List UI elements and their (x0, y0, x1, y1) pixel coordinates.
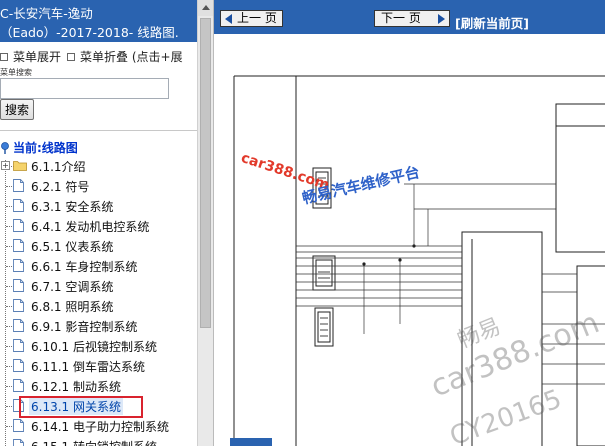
menu-toggle-row: 菜单展开 菜单折叠 (点击+展 (0, 48, 197, 64)
prev-page-label: 上一 页 (237, 11, 277, 25)
search-input[interactable] (0, 78, 169, 99)
next-page-button[interactable]: 下一 页 (374, 10, 450, 27)
tree-item-label: 6.1.1介绍 (31, 160, 86, 174)
document-icon (13, 179, 24, 192)
document-icon (13, 299, 24, 312)
document-icon (13, 259, 24, 272)
document-title-line1: C-长安汽车-逸动 (0, 6, 93, 21)
document-icon (13, 339, 24, 352)
refresh-page-link[interactable]: [刷新当前页] (455, 13, 529, 32)
document-icon (13, 439, 24, 446)
search-button[interactable]: 搜索 (0, 99, 34, 120)
tree-item-label: 6.4.1 发动机电控系统 (31, 220, 150, 234)
document-icon (13, 219, 24, 232)
arrow-left-icon (225, 14, 232, 24)
tree-item-label: 6.10.1 后视镜控制系统 (31, 340, 157, 354)
document-icon (13, 359, 24, 372)
page-nav-bar: 上一 页 下一 页 [刷新当前页] (214, 0, 605, 34)
tree-item-label: 6.7.1 空调系统 (31, 280, 114, 294)
tree-root-label: 当前:线路图 (13, 141, 78, 155)
tree-item-label: 6.6.1 车身控制系统 (31, 260, 138, 274)
menu-collapse-link[interactable]: 菜单折叠 (点击+展 (80, 50, 183, 64)
tree-item-label: 6.3.1 安全系统 (31, 200, 114, 214)
prev-page-button[interactable]: 上一 页 (220, 10, 283, 27)
tree-item-label: 6.13.1 网关系统 (29, 398, 123, 415)
document-icon (13, 319, 24, 332)
tree-item-label: 6.9.1 影音控制系统 (31, 320, 138, 334)
tree-item-label: 6.14.1 电子助力控制系统 (31, 420, 169, 434)
divider (0, 130, 197, 131)
bottom-tab[interactable] (230, 438, 272, 446)
tree-item-label: 6.12.1 制动系统 (31, 380, 121, 394)
expand-plus-icon[interactable]: + (1, 161, 10, 170)
tree-item-label: 6.8.1 照明系统 (31, 300, 114, 314)
scroll-up-arrow-icon[interactable] (198, 0, 214, 16)
wiring-diagram (233, 75, 605, 446)
document-icon (13, 279, 24, 292)
document-icon (13, 239, 24, 252)
menu-pane: C-长安汽车-逸动 （Eado）-2017-2018- 线路图. 菜单展开 菜单折… (0, 0, 197, 446)
next-page-label: 下一 页 (381, 11, 421, 25)
pin-icon (1, 142, 9, 154)
search-label: 菜单搜索 (0, 68, 32, 77)
tree-root[interactable]: 当前:线路图 (0, 139, 78, 155)
scrollbar-thumb[interactable] (200, 18, 211, 328)
tree-guide-line (5, 160, 6, 446)
document-title-line2: （Eado）-2017-2018- 线路图. (0, 25, 179, 40)
tree-item-label: 6.15.1 转向锁控制系统 (31, 438, 157, 446)
document-icon (13, 199, 24, 212)
tree-item-label: 6.11.1 倒车雷达系统 (31, 360, 145, 374)
tree-item-label: 6.5.1 仪表系统 (31, 240, 114, 254)
arrow-right-icon (438, 14, 445, 24)
collapse-checkbox-icon[interactable] (67, 53, 76, 61)
document-icon (13, 419, 24, 432)
document-icon (13, 379, 24, 392)
tree-item-label: 6.2.1 符号 (31, 180, 90, 194)
document-title-bar: C-长安汽车-逸动 （Eado）-2017-2018- 线路图. (0, 0, 197, 42)
folder-icon (13, 161, 27, 171)
content-pane: 上一 页 下一 页 [刷新当前页] car388.com 畅易汽车维修平台 畅易… (213, 0, 605, 446)
expand-checkbox-icon[interactable] (0, 53, 8, 61)
menu-scrollbar[interactable] (197, 0, 214, 446)
document-icon (13, 399, 24, 412)
menu-expand-link[interactable]: 菜单展开 (13, 50, 61, 64)
